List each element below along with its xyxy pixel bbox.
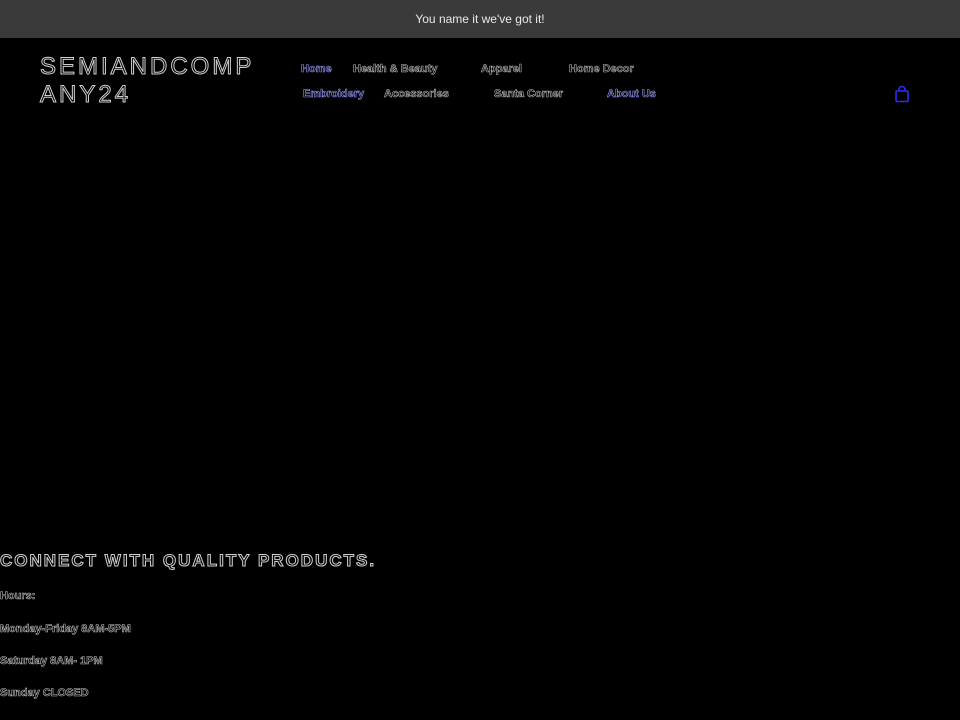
site-logo[interactable]: SEMIANDCOMP ANY24	[40, 53, 260, 109]
nav-item-home-decor[interactable]: Home Decor	[569, 63, 634, 76]
cart-bag-icon	[895, 85, 909, 103]
nav-item-accessories[interactable]: Accessories	[384, 88, 449, 101]
logo-line-2: ANY24	[40, 81, 132, 109]
hero-title: CONNECT WITH QUALITY PRODUCTS.	[0, 551, 377, 571]
nav-item-apparel[interactable]: Apparel	[481, 63, 523, 76]
nav-item-embroidery[interactable]: Embroidery	[303, 88, 365, 101]
nav-item-health-beauty[interactable]: Health & Beauty	[353, 63, 438, 76]
logo-line-1: SEMIANDCOMP	[40, 53, 255, 81]
announcement-text: You name it we've got it!	[415, 12, 545, 26]
cart-button[interactable]	[894, 85, 910, 103]
hours-heading: Hours:	[0, 590, 36, 603]
nav-item-santa-corner[interactable]: Santa Corner	[494, 88, 564, 101]
hours-line-saturday: Saturday 8AM- 1PM	[0, 655, 103, 668]
nav-item-about-us[interactable]: About Us	[607, 88, 656, 101]
nav-item-home[interactable]: Home	[301, 63, 332, 76]
hours-line-weekday: Monday-Friday 8AM-5PM	[0, 623, 131, 636]
announcement-bar: You name it we've got it!	[0, 0, 960, 38]
hours-line-sunday: Sunday CLOSED	[0, 687, 89, 700]
